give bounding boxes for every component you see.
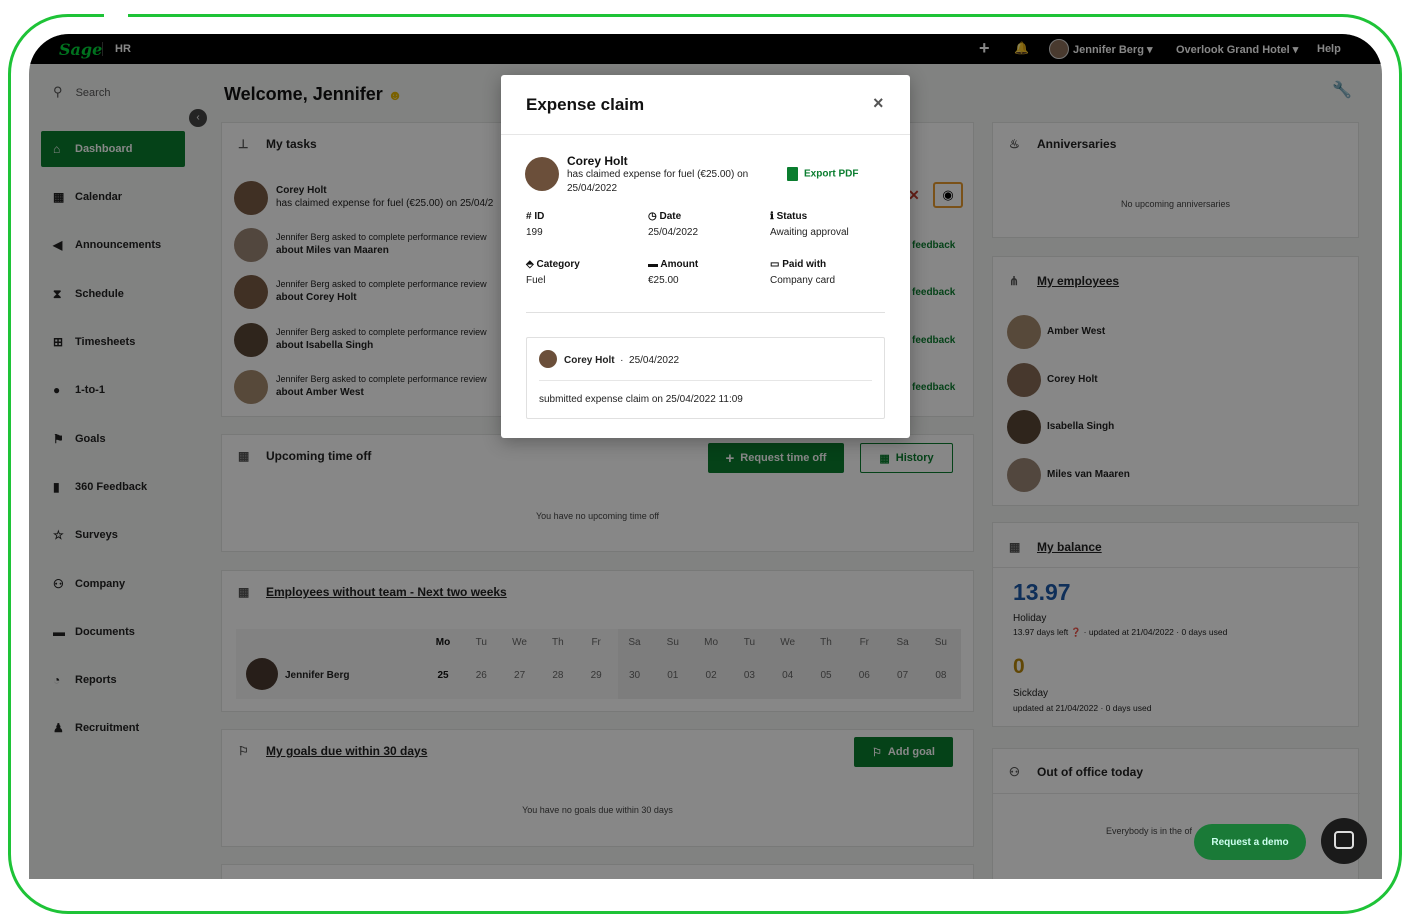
expense-claim-modal: Expense claim × Corey Holt has claimed e… — [501, 75, 910, 438]
history-entry: Corey Holt · 25/04/2022 submitted expens… — [526, 337, 885, 419]
export-pdf-button[interactable]: Export PDF — [787, 167, 858, 181]
date-value: 25/04/2022 — [648, 227, 699, 238]
card-icon: ▭ — [770, 259, 780, 270]
paid-with-label: ▭ Paid with — [770, 259, 826, 270]
history-name: Corey Holt — [564, 355, 615, 366]
field-label: Category — [536, 259, 580, 270]
field-label: Date — [659, 211, 682, 222]
divider — [539, 380, 872, 381]
field-label: Amount — [660, 259, 699, 270]
claim-description: has claimed expense for fuel (€25.00) on… — [567, 169, 749, 194]
id-value: 199 — [526, 227, 543, 238]
history-header: Corey Holt · 25/04/2022 — [564, 355, 680, 366]
request-demo-button[interactable]: Request a demo — [1194, 824, 1306, 860]
chat-launcher[interactable] — [1321, 818, 1367, 864]
amount-label: ▬ Amount — [648, 259, 698, 270]
date-label: ◷ Date — [648, 211, 681, 222]
info-icon: ℹ — [770, 211, 774, 222]
avatar — [525, 157, 559, 191]
field-label: Paid with — [782, 259, 827, 270]
close-icon[interactable]: × — [873, 93, 884, 114]
category-value: Fuel — [526, 275, 546, 286]
id-label: # ID — [526, 211, 545, 222]
history-date: 25/04/2022 — [629, 355, 680, 366]
export-label: Export PDF — [804, 168, 859, 180]
pdf-icon — [787, 167, 798, 181]
frame-gap — [104, 10, 128, 20]
modal-title: Expense claim — [526, 95, 645, 114]
clock-icon: ◷ — [648, 211, 657, 222]
avatar — [539, 350, 557, 368]
claimant-name: Corey Holt — [567, 154, 628, 168]
history-text: submitted expense claim on 25/04/2022 11… — [539, 394, 743, 405]
divider — [526, 312, 885, 313]
chat-icon — [1334, 831, 1354, 849]
category-label: ⬘ Category — [526, 259, 580, 270]
app-screen: Sage HR + 🔔 Jennifer Berg ▾ Overlook Gra… — [29, 34, 1382, 879]
wallet-icon: ▬ — [648, 259, 658, 270]
paid-with-value: Company card — [770, 275, 836, 286]
status-label: ℹ Status — [770, 211, 807, 222]
status-value: Awaiting approval — [770, 227, 849, 238]
tag-icon: ⬘ — [526, 259, 534, 270]
amount-value: €25.00 — [648, 275, 679, 286]
field-label: Status — [776, 211, 808, 222]
